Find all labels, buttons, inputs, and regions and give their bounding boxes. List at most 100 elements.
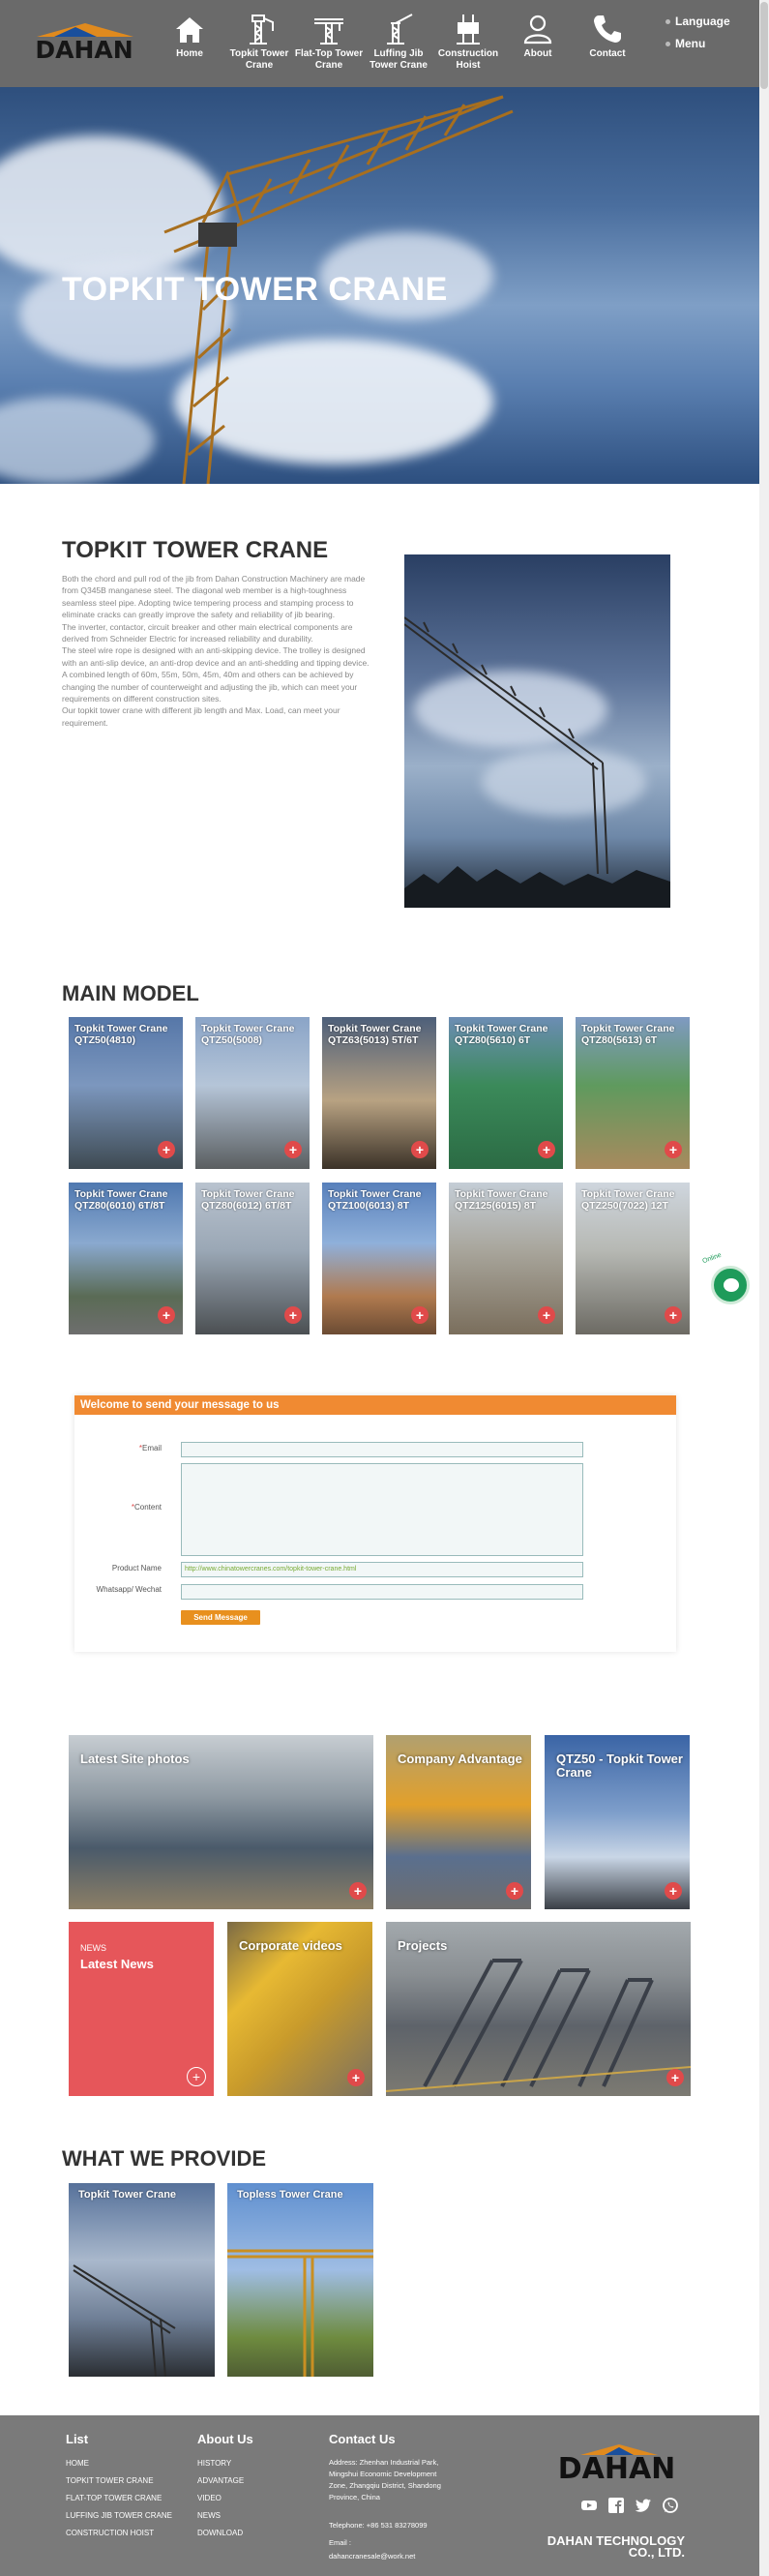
intro-description: Both the chord and pull rod of the jib f… [62,573,381,729]
model-card[interactable]: Topkit Tower Crane QTZ63(5013) 5T/6T + [322,1017,436,1169]
plus-icon[interactable]: + [666,2069,684,2086]
nav-about[interactable]: About [503,10,573,77]
footer-email[interactable]: dahancranesale@work.net [329,2551,484,2562]
plus-icon[interactable]: + [538,1141,555,1158]
model-line1: Topkit Tower Crane [201,1023,295,1034]
footer-link-home[interactable]: HOME [66,2459,89,2468]
footer-about-title: About Us [197,2432,253,2446]
email-field[interactable] [181,1442,583,1457]
site-photos-tile[interactable]: Latest Site photos + [69,1735,373,1909]
whatsapp-field[interactable] [181,1584,583,1600]
model-line1: Topkit Tower Crane [328,1023,422,1034]
model-line2: QTZ80(5613) 6T [581,1034,658,1046]
nav-construction-hoist[interactable]: Construction Hoist [433,10,503,77]
tile-label: Company Advantage [398,1752,522,1766]
projects-tile[interactable]: Projects + [386,1922,691,2096]
company-advantage-tile[interactable]: Company Advantage + [386,1735,531,1909]
model-card[interactable]: Topkit Tower Crane QTZ50(4810) + [69,1017,183,1169]
footer-link-hoist[interactable]: CONSTRUCTION HOIST [66,2529,154,2537]
nav-luffing-jib-tower-crane[interactable]: Luffing Jib Tower Crane [364,10,433,77]
main-model-title: MAIN MODEL [62,981,199,1005]
model-card[interactable]: Topkit Tower Crane QTZ125(6015) 8T + [449,1183,563,1334]
footer-email-label: Email : [329,2538,351,2547]
footer-link-download[interactable]: DOWNLOAD [197,2529,243,2537]
model-line1: Topkit Tower Crane [455,1023,548,1034]
model-card[interactable]: Topkit Tower Crane QTZ80(6010) 6T/8T + [69,1183,183,1334]
plus-icon[interactable]: + [158,1141,175,1158]
footer-address: Address: Zhenhan Industrial Park, Mingsh… [329,2458,441,2501]
plus-icon[interactable]: + [411,1306,429,1324]
plus-icon[interactable]: + [538,1306,555,1324]
content-field[interactable] [181,1463,583,1556]
latest-news-tile[interactable]: NEWS Latest News + [69,1922,214,2096]
model-card[interactable]: Topkit Tower Crane QTZ250(7022) 12T + [576,1183,690,1334]
scrollbar-thumb[interactable] [760,2,768,89]
plus-icon[interactable]: + [187,2067,206,2086]
menu-button[interactable]: Menu [665,37,705,50]
model-card[interactable]: Topkit Tower Crane QTZ100(6013) 8T + [322,1183,436,1334]
logo[interactable]: DAHAN [31,19,137,64]
footer-link-video[interactable]: VIDEO [197,2494,222,2502]
nav-home[interactable]: Home [155,10,224,77]
plus-icon[interactable]: + [158,1306,175,1324]
plus-icon[interactable]: + [665,1141,682,1158]
model-card[interactable]: Topkit Tower Crane QTZ80(5610) 6T + [449,1017,563,1169]
content-label: *Content [74,1503,162,1512]
nav-label: Topkit Tower Crane [229,48,289,71]
form-heading: Welcome to send your message to us [74,1395,676,1415]
model-card[interactable]: Topkit Tower Crane QTZ50(5008) + [195,1017,310,1169]
model-line2: QTZ63(5013) 5T/6T [328,1034,419,1046]
model-line2: QTZ50(5008) [201,1034,263,1046]
language-selector[interactable]: Language [665,15,730,28]
plus-icon[interactable]: + [665,1882,682,1900]
dot-icon [665,19,670,25]
youtube-icon[interactable] [580,2497,598,2514]
plus-icon[interactable]: + [284,1141,302,1158]
send-message-button[interactable]: Send Message [181,1610,260,1625]
model-line1: Topkit Tower Crane [201,1188,295,1200]
dot-icon [665,42,670,47]
footer-link-news[interactable]: NEWS [197,2511,221,2520]
provide-card-topkit[interactable]: Topkit Tower Crane [69,2183,215,2377]
model-card[interactable]: Topkit Tower Crane QTZ80(6012) 6T/8T + [195,1183,310,1334]
whatsapp-icon[interactable] [662,2497,679,2514]
nav-label: Construction Hoist [437,48,499,71]
plus-icon[interactable]: + [506,1882,523,1900]
crane-silhouette [73,2264,176,2377]
plus-icon[interactable]: + [349,1882,367,1900]
plus-icon[interactable]: + [665,1306,682,1324]
model-line1: Topkit Tower Crane [328,1188,422,1200]
footer-link-topkit[interactable]: TOPKIT TOWER CRANE [66,2476,154,2485]
email-label: *Email [74,1444,162,1453]
provide-card-topless[interactable]: Topless Tower Crane [227,2183,373,2377]
product-name-field[interactable]: http://www.chinatowercranes.com/topkit-t… [181,1562,583,1577]
chat-button[interactable] [711,1266,750,1304]
footer-link-luffing[interactable]: LUFFING JIB TOWER CRANE [66,2511,172,2520]
footer-link-flat-top[interactable]: FLAT-TOP TOWER CRANE [66,2494,162,2502]
model-line2: QTZ125(6015) 8T [455,1200,537,1212]
nav-label: Flat-Top Tower Crane [294,48,364,71]
footer-link-history[interactable]: HISTORY [197,2459,231,2468]
plus-icon[interactable]: + [411,1141,429,1158]
plus-icon[interactable]: + [347,2069,365,2086]
intro-crane-photo [404,554,670,908]
nav-topkit-tower-crane[interactable]: Topkit Tower Crane [224,10,294,77]
model-label: Topkit Tower Crane QTZ50(5008) [201,1023,308,1046]
home-icon [176,17,203,43]
model-line2: QTZ80(6010) 6T/8T [74,1200,165,1212]
model-card[interactable]: Topkit Tower Crane QTZ80(5613) 6T + [576,1017,690,1169]
model-label: Topkit Tower Crane QTZ250(7022) 12T [581,1188,688,1212]
twitter-icon[interactable] [635,2497,652,2514]
scrollbar[interactable] [759,0,769,2576]
qtz50-tile[interactable]: QTZ50 - Topkit Tower Crane + [545,1735,690,1909]
hero-banner: TOPKIT TOWER CRANE [0,87,759,484]
nav-flat-top-tower-crane[interactable]: Flat-Top Tower Crane [294,10,364,77]
corporate-videos-tile[interactable]: Corporate videos + [227,1922,372,2096]
crane-silhouette [227,2249,373,2377]
footer-contact-title: Contact Us [329,2432,396,2446]
footer-link-advantage[interactable]: ADVANTAGE [197,2476,244,2485]
nav-contact[interactable]: Contact [573,10,642,77]
facebook-icon[interactable] [607,2497,625,2514]
content-label-text: Content [133,1503,162,1512]
plus-icon[interactable]: + [284,1306,302,1324]
